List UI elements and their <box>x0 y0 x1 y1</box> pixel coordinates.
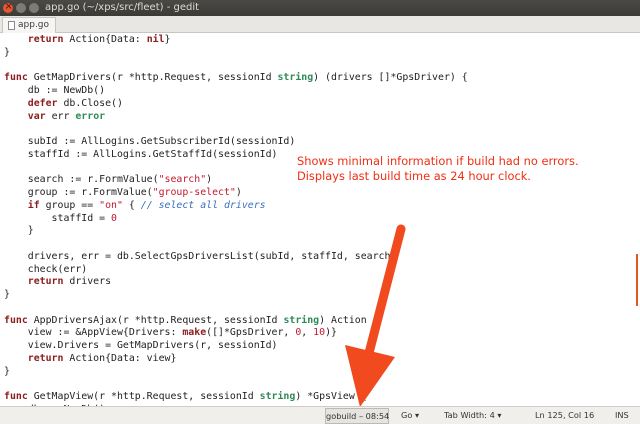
tab-width-selector[interactable]: Tab Width: 4 ▾ <box>444 407 502 424</box>
status-bar: gobuild – 08:54 Go ▾ Tab Width: 4 ▾ Ln 1… <box>0 406 640 424</box>
annotation-arrow-icon <box>345 224 406 407</box>
language-selector[interactable]: Go ▾ <box>401 407 419 424</box>
insert-mode: INS <box>615 410 629 420</box>
cursor-position: Ln 125, Col 16 <box>535 410 595 420</box>
build-status[interactable]: gobuild – 08:54 <box>325 408 389 424</box>
